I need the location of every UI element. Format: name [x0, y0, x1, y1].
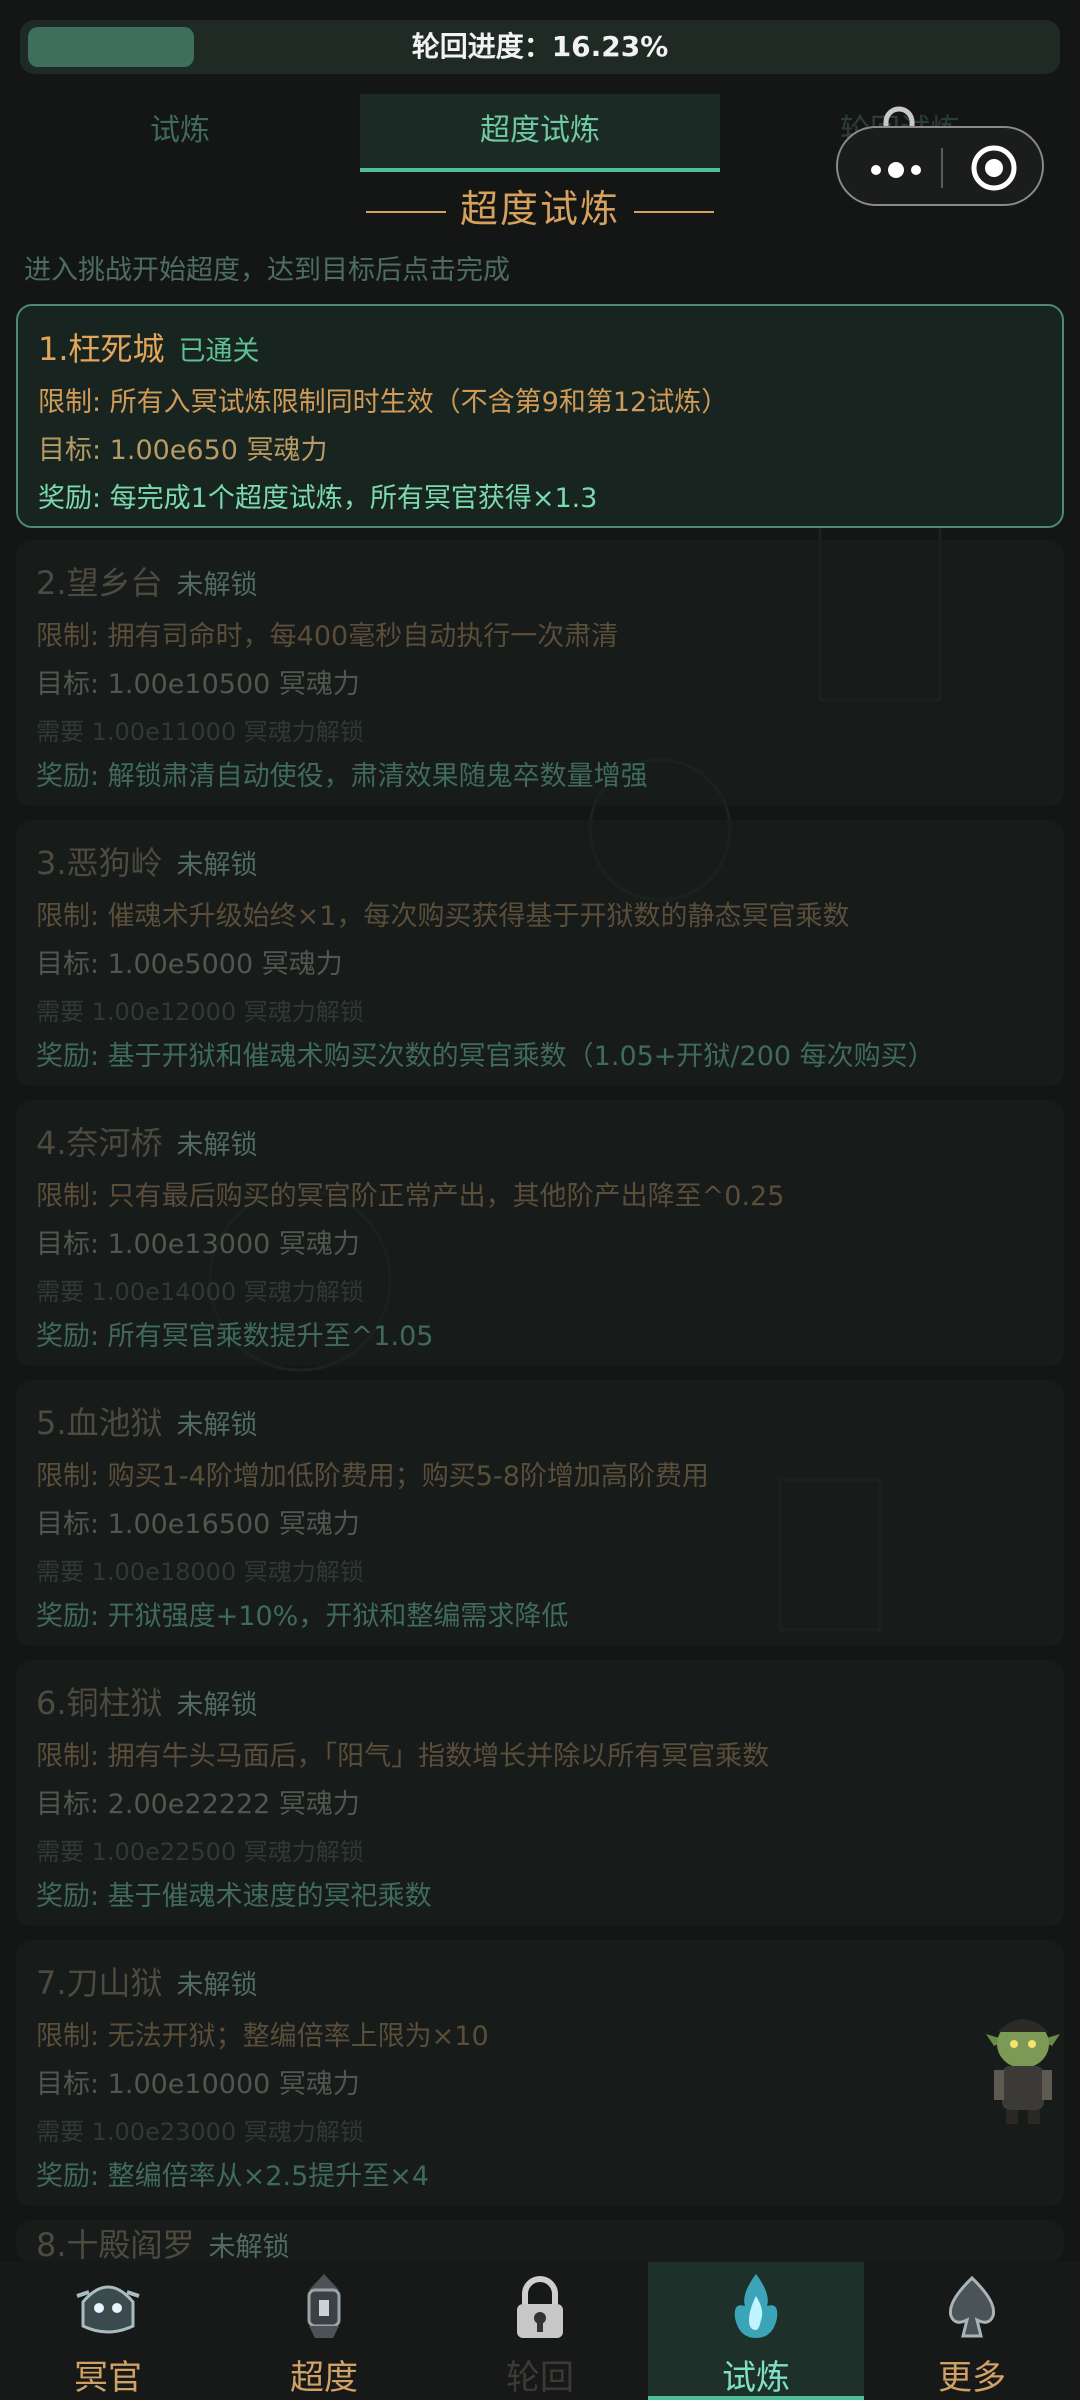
trial-card-3[interactable]: 3.恶狗岭 未解锁 限制: 催魂术升级始终×1，每次购买获得基于开狱数的静态冥官乘… — [16, 820, 1064, 1086]
trial-target: 目标: 1.00e10000 冥魂力 — [36, 2069, 360, 2100]
instruction-text: 进入挑战开始超度，达到目标后点击完成 — [24, 255, 510, 286]
nav-label: 试炼 — [722, 2358, 790, 2398]
tab-trial[interactable]: 试炼 — [60, 94, 300, 168]
tab-transcend-trial[interactable]: 超度试炼 — [360, 94, 720, 172]
trial-target: 目标: 1.00e10500 冥魂力 — [36, 669, 360, 700]
trial-unlock-requirement: 需要 1.00e11000 冥魂力解锁 — [36, 718, 364, 746]
trial-name: 2.望乡台 — [36, 564, 163, 602]
trial-unlock-requirement: 需要 1.00e12000 冥魂力解锁 — [36, 998, 364, 1026]
trial-name: 3.恶狗岭 — [36, 844, 163, 882]
trial-status: 未解锁 — [176, 1410, 258, 1441]
trial-title: 3.恶狗岭 未解锁 — [36, 838, 258, 884]
trial-reward: 奖励: 整编倍率从×2.5提升至×4 — [36, 2161, 430, 2192]
title-right-rule — [634, 210, 714, 213]
trial-limit: 限制: 所有入冥试炼限制同时生效（不含第9和第12试炼） — [38, 387, 729, 418]
trial-limit: 限制: 无法开狱；整编倍率上限为×10 — [36, 2021, 489, 2052]
trial-target: 目标: 1.00e5000 冥魂力 — [36, 949, 343, 980]
section-title: 超度试炼 — [0, 178, 1080, 233]
trial-status: 未解锁 — [176, 1970, 258, 2001]
section-title-text: 超度试炼 — [459, 187, 620, 231]
nav-label: 更多 — [938, 2358, 1006, 2398]
nav-item-officials[interactable]: 冥官 — [0, 2262, 216, 2400]
trial-reward: 奖励: 解锁肃清自动使役，肃清效果随鬼卒数量增强 — [36, 761, 648, 792]
trial-title: 4.奈河桥 未解锁 — [36, 1118, 258, 1164]
trial-status: 未解锁 — [176, 1690, 258, 1721]
trial-card-4[interactable]: 4.奈河桥 未解锁 限制: 只有最后购买的冥官阶正常产出，其他阶产出降至^0.25… — [16, 1100, 1064, 1366]
trial-reward: 奖励: 每完成1个超度试炼，所有冥官获得×1.3 — [38, 483, 598, 514]
nav-item-more[interactable]: 更多 — [864, 2262, 1080, 2400]
trial-name: 1.枉死城 — [38, 330, 165, 368]
trial-status: 未解锁 — [176, 570, 258, 601]
trial-title: 2.望乡台 未解锁 — [36, 558, 258, 604]
trial-unlock-requirement: 需要 1.00e18000 冥魂力解锁 — [36, 1558, 364, 1586]
trial-unlock-requirement: 需要 1.00e23000 冥魂力解锁 — [36, 2118, 364, 2146]
lock-icon — [517, 2276, 563, 2338]
trial-card-2[interactable]: 2.望乡台 未解锁 限制: 拥有司命时，每400毫秒自动执行一次肃清 目标: 1.… — [16, 540, 1064, 806]
trial-title: 6.铜柱狱 未解锁 — [36, 1678, 258, 1724]
trial-status: 未解锁 — [208, 2232, 290, 2262]
trial-name: 8.十殿阎罗 — [36, 2226, 195, 2262]
trial-title: 7.刀山狱 未解锁 — [36, 1958, 258, 2004]
trial-title: 8.十殿阎罗 未解锁 — [36, 2220, 290, 2262]
nav-item-trials[interactable]: 试炼 — [648, 2262, 864, 2400]
trial-title: 1.枉死城 已通关 — [38, 324, 260, 370]
spade-icon — [948, 2275, 996, 2338]
trial-name: 7.刀山狱 — [36, 1964, 163, 2002]
trial-target: 目标: 1.00e650 冥魂力 — [38, 435, 328, 466]
trial-reward: 奖励: 所有冥官乘数提升至^1.05 — [36, 1321, 434, 1352]
trial-limit: 限制: 拥有牛头马面后，「阳气」指数增长并除以所有冥官乘数 — [36, 1741, 770, 1772]
bottom-navigation: 冥官 超度 轮回 试炼 更多 — [0, 2262, 1080, 2400]
trial-target: 目标: 2.00e22222 冥魂力 — [36, 1789, 360, 1820]
lantern-icon — [307, 2274, 341, 2338]
trial-reward: 奖励: 基于开狱和催魂术购买次数的冥官乘数（1.05+开狱/200 每次购买） — [36, 1041, 935, 1072]
nav-item-transcend[interactable]: 超度 — [216, 2262, 432, 2400]
trial-status: 已通关 — [178, 336, 260, 367]
trial-target: 目标: 1.00e16500 冥魂力 — [36, 1509, 360, 1540]
nav-item-reincarnation[interactable]: 轮回 — [432, 2262, 648, 2400]
goblin-mascot-icon[interactable] — [984, 2006, 1062, 2126]
trial-unlock-requirement: 需要 1.00e14000 冥魂力解锁 — [36, 1278, 364, 1306]
nav-label: 轮回 — [506, 2358, 574, 2398]
nav-label: 冥官 — [74, 2358, 142, 2398]
trial-limit: 限制: 只有最后购买的冥官阶正常产出，其他阶产出降至^0.25 — [36, 1181, 785, 1212]
trial-limit: 限制: 购买1-4阶增加低阶费用；购买5-8阶增加高阶费用 — [36, 1461, 709, 1492]
trial-card-7[interactable]: 7.刀山狱 未解锁 限制: 无法开狱；整编倍率上限为×10 目标: 1.00e10… — [16, 1940, 1064, 2206]
trial-status: 未解锁 — [176, 850, 258, 881]
trial-reward: 奖励: 基于催魂术速度的冥祀乘数 — [36, 1881, 432, 1912]
nav-label: 超度 — [290, 2358, 358, 2398]
trial-name: 4.奈河桥 — [36, 1124, 163, 1162]
trial-target: 目标: 1.00e13000 冥魂力 — [36, 1229, 360, 1260]
trial-card-1[interactable]: 1.枉死城 已通关 限制: 所有入冥试炼限制同时生效（不含第9和第12试炼） 目标… — [16, 304, 1064, 528]
trial-reward: 奖励: 开狱强度+10%，开狱和整编需求降低 — [36, 1601, 569, 1632]
ghost-official-icon — [76, 2285, 140, 2334]
trial-title: 5.血池狱 未解锁 — [36, 1398, 258, 1444]
trial-card-5[interactable]: 5.血池狱 未解锁 限制: 购买1-4阶增加低阶费用；购买5-8阶增加高阶费用 目… — [16, 1380, 1064, 1646]
trial-limit: 限制: 催魂术升级始终×1，每次购买获得基于开狱数的静态冥官乘数 — [36, 901, 850, 932]
trial-unlock-requirement: 需要 1.00e22500 冥魂力解锁 — [36, 1838, 364, 1866]
trial-name: 5.血池狱 — [36, 1404, 163, 1442]
trial-status: 未解锁 — [176, 1130, 258, 1161]
blue-flame-icon — [734, 2274, 778, 2338]
reincarnation-progress-bar: 轮回进度：16.23% — [20, 20, 1060, 74]
progress-label: 轮回进度：16.23% — [411, 30, 669, 63]
trial-name: 6.铜柱狱 — [36, 1684, 163, 1722]
trial-card-6[interactable]: 6.铜柱狱 未解锁 限制: 拥有牛头马面后，「阳气」指数增长并除以所有冥官乘数 目… — [16, 1660, 1064, 1926]
trial-limit: 限制: 拥有司命时，每400毫秒自动执行一次肃清 — [36, 621, 619, 652]
trial-card-8[interactable]: 8.十殿阎罗 未解锁 — [16, 2220, 1064, 2262]
title-left-rule — [365, 210, 446, 213]
